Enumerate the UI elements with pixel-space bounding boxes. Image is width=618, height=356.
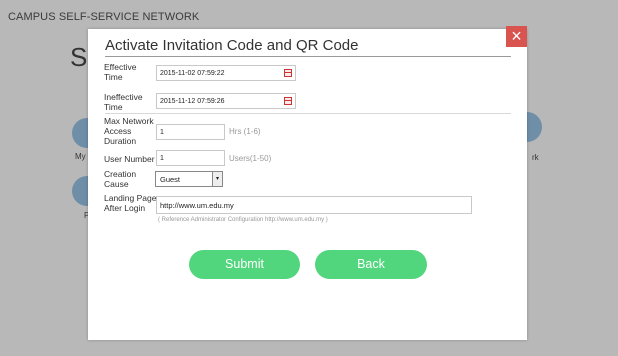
landing-page-input[interactable]: http://www.um.edu.my — [156, 196, 472, 214]
max-duration-input[interactable]: 1 — [156, 124, 225, 140]
background-tile-label: My — [75, 152, 86, 161]
creation-cause-label: Creation Cause — [104, 169, 137, 189]
chevron-down-icon[interactable]: ▾ — [212, 172, 222, 186]
section-divider — [105, 113, 511, 114]
activate-invitation-dialog: Activate Invitation Code and QR Code Eff… — [88, 29, 527, 340]
app-header-title: CAMPUS SELF-SERVICE NETWORK — [8, 11, 200, 23]
background-tile-label: rk — [532, 153, 539, 162]
creation-cause-select[interactable]: Guest ▾ — [155, 171, 223, 187]
submit-button[interactable]: Submit — [189, 250, 300, 279]
user-number-input[interactable]: 1 — [156, 150, 225, 166]
ineffective-time-label: Ineffective Time — [104, 92, 143, 112]
calendar-icon[interactable] — [284, 69, 292, 77]
ineffective-time-input[interactable]: 2015-11-12 07:59:26 — [156, 93, 296, 109]
page-title-partial: S — [70, 42, 88, 72]
max-duration-label: Max Network Access Duration — [104, 116, 154, 146]
user-number-label: User Number — [104, 154, 155, 164]
back-button[interactable]: Back — [315, 250, 427, 279]
landing-page-note: ( Reference Administrator Configuration … — [158, 217, 328, 223]
landing-page-label: Landing Page After Login — [104, 193, 157, 213]
dialog-title: Activate Invitation Code and QR Code — [105, 37, 359, 54]
user-number-hint: Users(1-50) — [229, 154, 272, 163]
max-duration-hint: Hrs (1-6) — [229, 127, 261, 136]
close-icon[interactable]: × — [506, 26, 527, 47]
effective-time-label: Effective Time — [104, 62, 137, 82]
effective-time-input[interactable]: 2015-11-02 07:59:22 — [156, 65, 296, 81]
title-divider — [105, 56, 511, 57]
calendar-icon[interactable] — [284, 97, 292, 105]
